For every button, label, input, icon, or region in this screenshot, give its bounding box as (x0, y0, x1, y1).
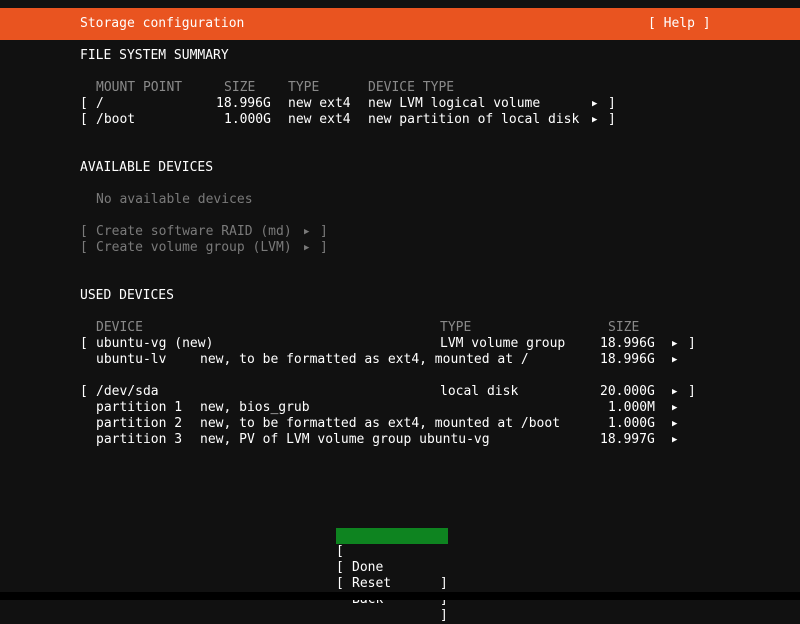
size: 1.000G (224, 112, 271, 127)
col-device: DEVICE (96, 320, 143, 335)
bracket-close: ] (440, 608, 448, 623)
device-name: /dev/sda (96, 384, 159, 399)
arrow-right-icon: ▶ (304, 227, 310, 237)
arrow-right-icon[interactable]: ▶ (672, 336, 677, 352)
used-heading: USED DEVICES (80, 288, 174, 303)
device-size: 20.000G (600, 384, 655, 399)
size: 18.996G (216, 96, 271, 111)
device-size: 1.000G (608, 416, 655, 431)
fs-type: new ext4 (288, 112, 351, 127)
arrow-right-icon[interactable]: ▶ (672, 400, 677, 416)
device-name: partition 1 (96, 400, 183, 415)
col-size: SIZE (224, 80, 256, 95)
arrow-right-icon[interactable]: ▶ (672, 432, 677, 448)
col-mount-point: MOUNT POINT (96, 80, 183, 95)
bracket-open: [ (80, 336, 88, 351)
device-desc: new, to be formatted as ext4, mounted at… (200, 416, 561, 431)
bracket-open: [ (80, 96, 88, 111)
device-type: new partition of local disk (368, 112, 580, 127)
bracket-close: ] (608, 112, 616, 127)
top-margin (0, 0, 800, 8)
bracket-close: ] (320, 224, 328, 239)
bracket-close: ] (320, 240, 328, 255)
arrow-right-icon[interactable]: ▶ (592, 112, 597, 128)
available-heading: AVAILABLE DEVICES (80, 160, 214, 175)
bracket-open: [ (80, 384, 88, 399)
arrow-right-icon[interactable]: ▶ (592, 96, 597, 112)
arrow-right-icon: ▶ (304, 243, 310, 253)
device-desc: new, to be formatted as ext4, mounted at… (200, 352, 529, 367)
device-desc: new, bios_grub (200, 400, 310, 415)
bracket-open: [ (336, 576, 344, 591)
done-button[interactable]: [ Done ] (336, 528, 448, 591)
mount-point: / (96, 96, 104, 111)
bracket-close: ] (440, 576, 448, 591)
arrow-right-icon[interactable]: ▶ (672, 352, 677, 368)
bracket-close: ] (688, 336, 696, 351)
bracket-close: ] (688, 384, 696, 399)
bracket-close: ] (608, 96, 616, 111)
device-name: partition 2 (96, 416, 183, 431)
reset-button[interactable]: [ Reset ] (336, 544, 448, 607)
page-title: Storage configuration (80, 16, 245, 31)
bottom-margin (0, 592, 800, 600)
col-size: SIZE (608, 320, 640, 335)
fs-type: new ext4 (288, 96, 351, 111)
device-size: 18.996G (600, 352, 655, 367)
back-button[interactable]: [ Back ] (336, 560, 448, 623)
help-button[interactable]: [ Help ] (648, 16, 711, 32)
bracket-open: [ (80, 112, 88, 127)
device-size: 18.997G (600, 432, 655, 447)
device-type: LVM volume group (440, 336, 566, 351)
create-vg-label: Create volume group (LVM) (96, 240, 292, 255)
device-type: local disk (440, 384, 519, 399)
device-name: ubuntu-vg (new) (96, 336, 214, 351)
col-type: TYPE (288, 80, 320, 95)
col-device-type: DEVICE TYPE (368, 80, 455, 95)
device-name: partition 3 (96, 432, 183, 447)
device-type: new LVM logical volume (368, 96, 541, 111)
device-desc: new, PV of LVM volume group ubuntu-vg (200, 432, 490, 447)
device-size: 18.996G (600, 336, 655, 351)
no-devices-text: No available devices (96, 192, 253, 207)
bracket-open: [ (80, 224, 88, 239)
col-type: TYPE (440, 320, 472, 335)
arrow-right-icon[interactable]: ▶ (672, 384, 677, 400)
create-raid-label: Create software RAID (md) (96, 224, 292, 239)
bracket-open: [ (80, 240, 88, 255)
mount-point: /boot (96, 112, 136, 127)
device-name: ubuntu-lv (96, 352, 167, 367)
device-size: 1.000M (608, 400, 655, 415)
arrow-right-icon[interactable]: ▶ (672, 416, 677, 432)
reset-label: Reset (352, 576, 392, 591)
fs-summary-heading: FILE SYSTEM SUMMARY (80, 48, 229, 63)
